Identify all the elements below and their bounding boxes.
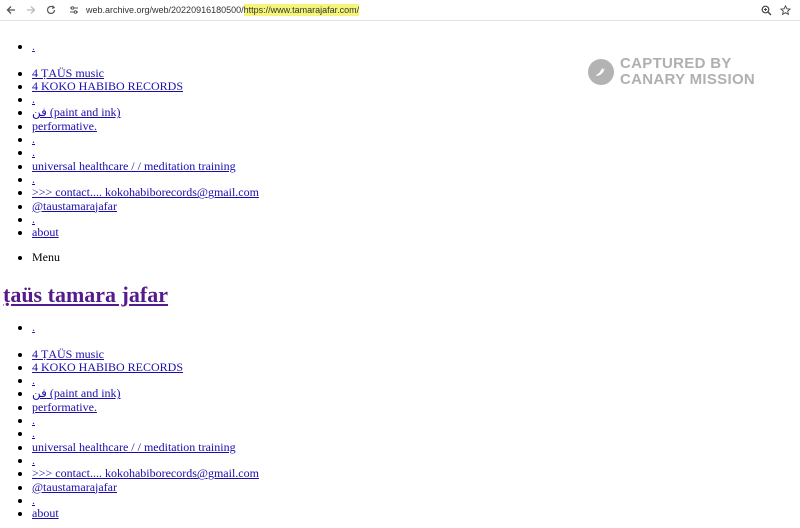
nav-link-paint-ink[interactable]: ﻓﻦ (paint and ink) <box>32 386 121 400</box>
nav-link-instagram[interactable]: @taustamarajafar <box>32 480 117 494</box>
star-icon <box>779 4 791 15</box>
nav-link-koko-habibo[interactable]: 4 KOKO HABIBO RECORDS <box>32 360 183 374</box>
url-highlight: https://www.tamarajafar.com/ <box>243 4 360 16</box>
nav-item: 4 KOKO HABIBO RECORDS <box>32 79 259 93</box>
nav-item: universal healthcare / / meditation trai… <box>32 440 259 454</box>
nav-item: @taustamarajafar <box>32 199 259 213</box>
nav-item: ﻓﻦ (paint and ink) <box>32 106 259 119</box>
menu-toggle[interactable]: Menu <box>32 250 60 264</box>
nav-item: ﻓﻦ (paint and ink) <box>32 387 259 400</box>
address-bar[interactable]: web.archive.org/web/20220916180500/https… <box>66 2 756 18</box>
nav-link-dot[interactable]: . <box>32 172 35 186</box>
nav-link-dot[interactable]: . <box>32 39 35 53</box>
reload-button[interactable] <box>41 0 61 20</box>
nav-link-contact[interactable]: >>> contact.... kokohabiborecords@gmail.… <box>32 466 259 480</box>
nav-item: . <box>32 427 259 440</box>
watermark-line1: CAPTURED BY <box>620 55 732 72</box>
tune-icon[interactable] <box>66 2 82 18</box>
nav-item: . <box>32 413 259 427</box>
nav-spacer <box>32 53 259 66</box>
menu-toggle-list: Menu <box>0 250 60 264</box>
zoom-button[interactable] <box>758 2 774 18</box>
nav-item: 4 ṬAÜS music <box>32 66 259 80</box>
nav-item: . <box>32 39 259 53</box>
nav-item: . <box>32 146 259 159</box>
nav-link-instagram[interactable]: @taustamarajafar <box>32 199 117 213</box>
secondary-nav-list: . 4 ṬAÜS music 4 KOKO HABIBO RECORDS . ﻓ… <box>0 320 259 520</box>
nav-link-performative[interactable]: performative. <box>32 119 97 133</box>
nav-item: . <box>32 93 259 106</box>
site-title-link[interactable]: ṭaüs tamara jafar <box>3 282 168 307</box>
nav-link-contact[interactable]: >>> contact.... kokohabiborecords@gmail.… <box>32 185 259 199</box>
url-text: web.archive.org/web/20220916180500/https… <box>86 4 360 16</box>
browser-toolbar: web.archive.org/web/20220916180500/https… <box>0 0 800 21</box>
nav-link-dot[interactable]: . <box>32 426 35 440</box>
main-nav-list: . 4 ṬAÜS music 4 KOKO HABIBO RECORDS . ﻓ… <box>0 39 259 239</box>
nav-link-koko-habibo[interactable]: 4 KOKO HABIBO RECORDS <box>32 79 183 93</box>
arrow-right-icon <box>27 6 36 14</box>
canary-bird-icon <box>588 59 614 85</box>
site-title: ṭaüs tamara jafar <box>3 282 168 308</box>
nav-link-taus-music[interactable]: 4 ṬAÜS music <box>32 347 104 361</box>
nav-link-dot[interactable]: . <box>32 453 35 467</box>
nav-spacer <box>32 334 259 347</box>
zoom-icon <box>761 5 771 15</box>
url-prefix: web.archive.org/web/20220916180500/ <box>86 5 244 15</box>
nav-link-dot[interactable]: . <box>32 145 35 159</box>
nav-item: performative. <box>32 119 259 133</box>
back-button[interactable] <box>1 0 21 20</box>
nav-item: performative. <box>32 400 259 414</box>
nav-item: . <box>32 132 259 146</box>
arrow-left-icon <box>6 6 15 14</box>
bookmark-button[interactable] <box>777 2 793 18</box>
nav-link-dot[interactable]: . <box>32 413 35 427</box>
nav-item: 4 KOKO HABIBO RECORDS <box>32 360 259 374</box>
nav-item: about <box>32 507 259 520</box>
nav-item: universal healthcare / / meditation trai… <box>32 159 259 173</box>
nav-link-about[interactable]: about <box>32 225 59 239</box>
nav-item: . <box>32 212 259 226</box>
nav-link-dot[interactable]: . <box>32 320 35 334</box>
nav-item: . <box>32 172 259 186</box>
nav-item: . <box>32 374 259 387</box>
watermark-line2: CANARY MISSION <box>620 71 756 88</box>
forward-button[interactable] <box>21 0 41 20</box>
nav-link-dot[interactable]: . <box>32 132 35 146</box>
nav-item: 4 ṬAÜS music <box>32 347 259 361</box>
nav-link-healthcare[interactable]: universal healthcare / / meditation trai… <box>32 159 236 173</box>
nav-link-healthcare[interactable]: universal healthcare / / meditation trai… <box>32 440 236 454</box>
nav-link-dot[interactable]: . <box>32 493 35 507</box>
nav-item: >>> contact.... kokohabiborecords@gmail.… <box>32 186 259 199</box>
nav-link-dot[interactable]: . <box>32 373 35 387</box>
nav-link-taus-music[interactable]: 4 ṬAÜS music <box>32 66 104 80</box>
nav-link-about[interactable]: about <box>32 506 59 520</box>
nav-item: . <box>32 320 259 334</box>
nav-item: . <box>32 453 259 467</box>
nav-link-dot[interactable]: . <box>32 212 35 226</box>
nav-link-performative[interactable]: performative. <box>32 400 97 414</box>
nav-item: >>> contact.... kokohabiborecords@gmail.… <box>32 467 259 480</box>
reload-icon <box>46 5 56 15</box>
nav-link-paint-ink[interactable]: ﻓﻦ (paint and ink) <box>32 105 121 119</box>
canary-mission-watermark: CAPTURED BY CANARY MISSION <box>588 56 755 88</box>
nav-item: . <box>32 493 259 507</box>
nav-item: about <box>32 226 259 239</box>
nav-item: @taustamarajafar <box>32 480 259 494</box>
nav-link-dot[interactable]: . <box>32 92 35 106</box>
